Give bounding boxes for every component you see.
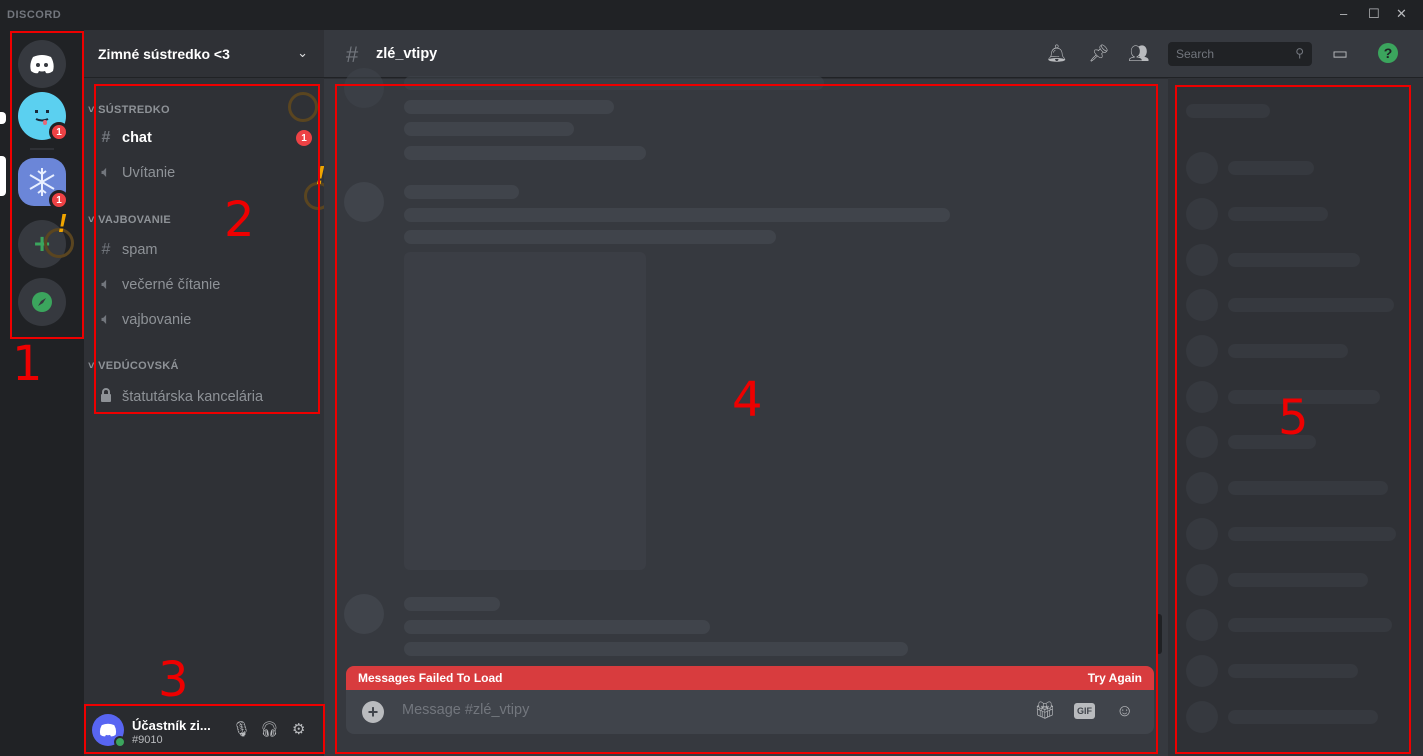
search-input[interactable]: Search ⚲ bbox=[1168, 42, 1312, 66]
help-icon[interactable]: ? bbox=[1378, 43, 1398, 63]
annotation-box-2 bbox=[94, 84, 320, 414]
close-button[interactable]: ✕ bbox=[1396, 6, 1407, 22]
chevron-down-icon: ⌄ bbox=[297, 45, 308, 60]
inbox-icon[interactable]: ▭ bbox=[1332, 44, 1348, 64]
selected-pill bbox=[0, 156, 6, 196]
chat-header: # zlé_vtipy 🔔︎ 📌︎ 👥︎ Search ⚲ ▭ ? bbox=[324, 30, 1423, 78]
pin-icon[interactable]: 📌︎ bbox=[1088, 44, 1110, 64]
guild-name: Zimné sústredko <3 bbox=[98, 46, 230, 62]
annotation-number-4: 4 bbox=[732, 372, 763, 428]
members-icon[interactable]: 👥︎ bbox=[1128, 44, 1150, 64]
minimize-button[interactable]: – bbox=[1340, 6, 1347, 21]
text-channel-icon: # bbox=[346, 42, 359, 67]
annotation-number-5: 5 bbox=[1278, 390, 1309, 446]
annotation-number-1: 1 bbox=[12, 336, 43, 392]
search-placeholder: Search bbox=[1176, 47, 1215, 61]
guild-header[interactable]: Zimné sústredko <3 ⌄ bbox=[84, 30, 324, 78]
title-bar: DISCORD – ☐ ✕ bbox=[0, 0, 1423, 30]
annotation-box-1 bbox=[10, 31, 84, 339]
maximize-button[interactable]: ☐ bbox=[1368, 6, 1380, 22]
annotation-number-2: 2 bbox=[224, 192, 255, 248]
unread-pill bbox=[0, 112, 6, 124]
annotation-number-3: 3 bbox=[158, 652, 189, 708]
discord-window: DISCORD – ☐ ✕ 1 1 + ! Zimné sústredko <3… bbox=[0, 0, 1423, 756]
bell-icon[interactable]: 🔔︎ bbox=[1046, 44, 1068, 64]
channel-title: zlé_vtipy bbox=[376, 46, 438, 62]
annotation-box-3 bbox=[84, 704, 325, 754]
search-icon: ⚲ bbox=[1295, 46, 1304, 60]
app-brand: DISCORD bbox=[7, 9, 62, 21]
